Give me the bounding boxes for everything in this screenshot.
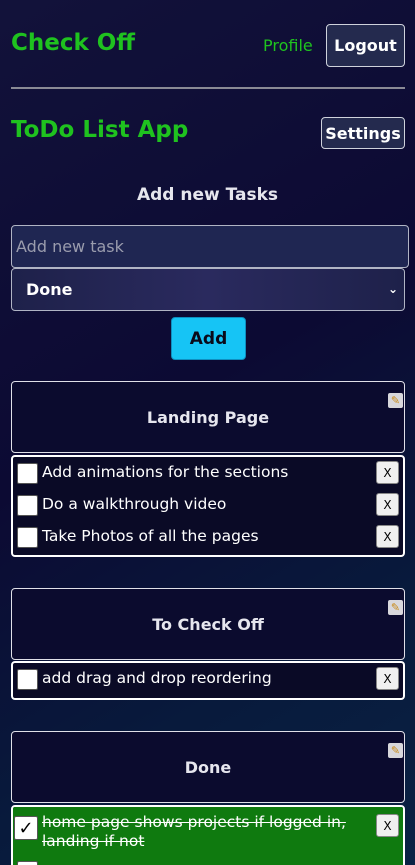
delete-task-button[interactable]: X [376,461,399,484]
project-select[interactable]: Done ⌄ [11,268,405,311]
task-checkbox[interactable] [17,495,38,516]
project-title: Done [184,757,232,777]
delete-task-button[interactable]: X [376,525,399,548]
delete-task-button[interactable]: X [376,814,399,837]
new-task-input[interactable]: Add new task [11,225,409,268]
checkmark-icon: ✓ [18,817,34,839]
chevron-down-icon: ⌄ [387,282,398,296]
project-title: To Check Off [152,614,264,634]
profile-link[interactable]: Profile [263,36,313,55]
app-title: Check Off [11,30,135,56]
page-title: ToDo List App [11,117,189,143]
task-checkbox[interactable] [17,527,38,548]
delete-task-button[interactable]: X [376,493,399,516]
project-title: Landing Page [146,407,270,427]
project-select-value: Done [26,280,73,299]
edit-icon[interactable]: ✎ [388,743,403,758]
edit-icon[interactable]: ✎ [388,393,403,408]
task-row: Take Photos of all the pages X [13,521,403,553]
header-divider [11,87,405,89]
task-checkbox[interactable] [17,861,38,865]
task-list: add drag and drop reordering X [11,661,405,700]
task-text: Add animations for the sections [42,463,289,481]
delete-task-button[interactable]: X [376,667,399,690]
task-row: ✓ home page shows projects if logged in,… [13,807,403,857]
task-text: add drag and drop reordering [42,669,272,687]
task-text: Take Photos of all the pages [42,527,259,545]
task-text: Do a walkthrough video [42,495,227,513]
task-checkbox[interactable]: ✓ [14,816,38,840]
task-row: Do a walkthrough video X [13,489,403,521]
task-list: Add animations for the sections X Do a w… [11,455,405,557]
task-checkbox[interactable] [17,669,38,690]
task-row [13,857,403,865]
task-list: ✓ home page shows projects if logged in,… [11,805,405,865]
logout-button[interactable]: Logout [326,24,405,67]
add-tasks-heading: Add new Tasks [136,185,279,205]
project-card: Landing Page ✎ [11,381,405,453]
new-task-placeholder: Add new task [16,237,124,256]
task-row: Add animations for the sections X [13,457,403,489]
edit-icon[interactable]: ✎ [388,600,403,615]
task-checkbox[interactable] [17,463,38,484]
project-card: To Check Off ✎ [11,588,405,660]
task-row: add drag and drop reordering X [13,663,403,698]
settings-button[interactable]: Settings [321,117,405,149]
task-text: home page shows projects if logged in, l… [42,813,346,850]
project-card: Done ✎ [11,731,405,803]
add-task-button[interactable]: Add [171,317,246,360]
